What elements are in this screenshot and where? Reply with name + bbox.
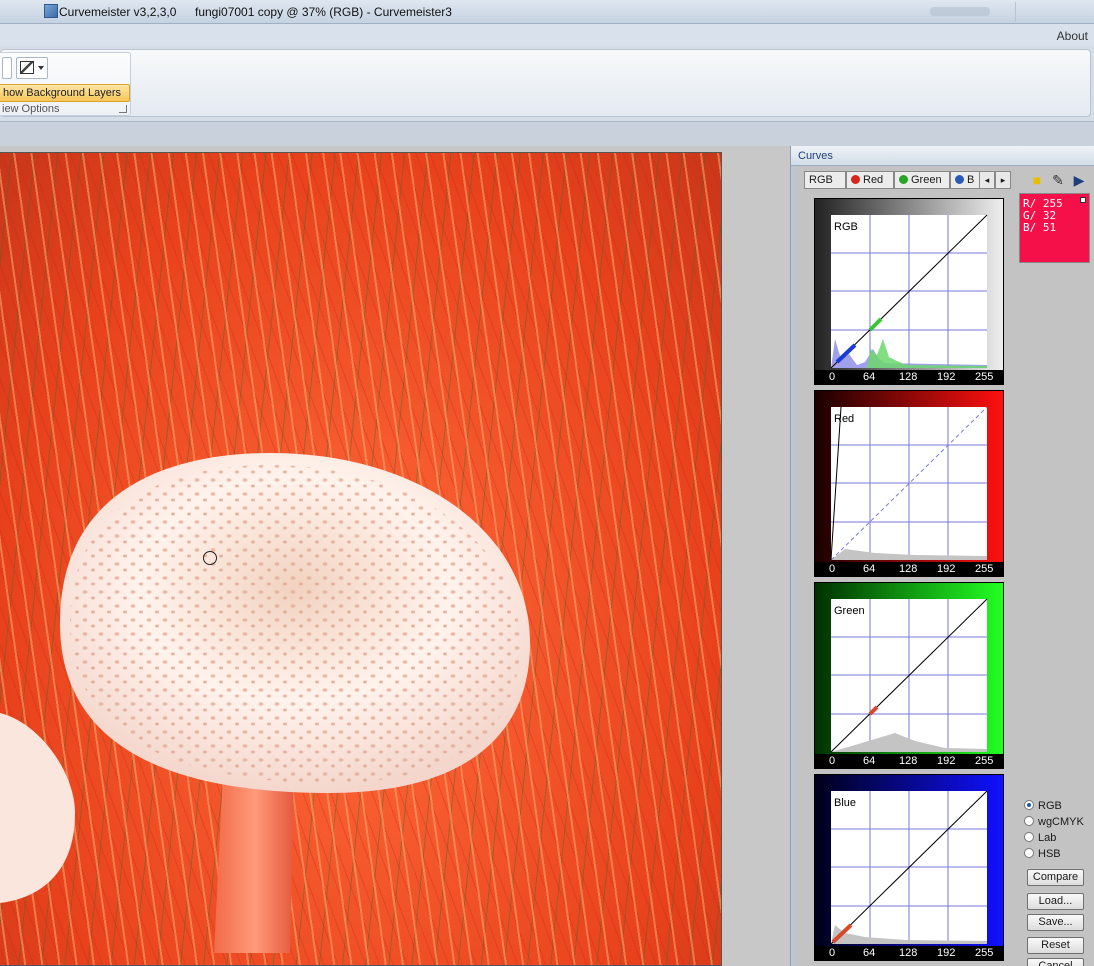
tick-64: 64 [863,947,876,959]
mode-label: wgCMYK [1038,816,1084,828]
tick-0: 0 [829,755,836,767]
red-curve-label: Red [834,413,855,425]
red-tick-row: 0 64 128 192 255 [815,562,1003,576]
tick-255: 255 [975,755,994,767]
rgb-curve-label: RGB [834,221,858,233]
curves-panel: Curves RGB Red Green B ◂ ▸ ■ ✎ ▶ RGB 0 6… [790,146,1094,966]
tick-255: 255 [975,947,994,959]
eyedropper-cursor-icon [203,551,217,565]
tick-192: 192 [937,755,956,767]
mode-wgcmyk[interactable]: wgCMYK [1024,816,1084,828]
tab-rgb[interactable]: RGB [804,171,846,189]
tab-blue[interactable]: B [950,171,982,189]
tick-255: 255 [975,371,994,383]
folder-icon[interactable]: ■ [1028,171,1046,189]
radio-button[interactable] [1024,848,1034,858]
tick-0: 0 [829,563,836,575]
ribbon-dropdown-left[interactable] [2,57,12,79]
tick-64: 64 [863,371,876,383]
tab-label: RGB [809,174,833,186]
curves-panel-body: RGB Red Green B ◂ ▸ ■ ✎ ▶ RGB 0 64 128 1… [795,166,1094,966]
radio-button[interactable] [1024,832,1034,842]
tab-scroll-left[interactable]: ◂ [979,171,995,189]
red-dot-icon [851,175,860,184]
blue-dot-icon [955,175,964,184]
green-curve-label: Green [834,605,865,617]
mode-label: HSB [1038,848,1061,860]
tab-label: B [967,174,975,186]
blue-curve-label: Blue [834,797,857,809]
toolbar-gap [0,122,790,146]
chevron-down-icon [38,66,44,70]
green-tick-row: 0 64 128 192 255 [815,754,1003,768]
image-icon [20,61,34,74]
reset-button[interactable]: Reset [1027,937,1084,954]
tick-128: 128 [899,371,918,383]
menu-strip: About [0,24,1094,46]
mushroom-photo [0,453,530,953]
pin-icon[interactable] [1080,197,1086,203]
image-view-dropdown[interactable] [16,57,48,79]
radio-button[interactable] [1024,816,1034,826]
title-separator [1015,2,1016,22]
rgb-tick-row: 0 64 128 192 255 [815,370,1003,384]
tick-0: 0 [829,371,836,383]
ribbon-panel: how Background Layers iew Options [0,49,1091,117]
show-background-layers-button[interactable]: how Background Layers [0,84,130,102]
compare-button[interactable]: Compare [1027,869,1084,886]
wrench-icon[interactable]: ✎ [1049,171,1067,189]
mode-label: RGB [1038,800,1062,812]
tick-128: 128 [899,755,918,767]
tick-0: 0 [829,947,836,959]
blue-curve-box[interactable]: Blue 0 64 128 192 255 [814,774,1004,961]
window-controls-blurred [930,7,990,16]
mode-lab[interactable]: Lab [1024,832,1056,844]
app-icon[interactable] [44,4,58,18]
tab-red[interactable]: Red [846,171,894,189]
mode-label: Lab [1038,832,1057,844]
tab-label: Green [911,174,942,186]
tick-128: 128 [899,947,918,959]
document-title: fungi07001 copy @ 37% (RGB) - Curvemeist… [195,5,452,19]
blue-tick-row: 0 64 128 192 255 [815,946,1003,960]
swatch-blue-value: B/ 51 [1023,221,1057,234]
green-curve-box[interactable]: Green 0 64 128 192 255 [814,582,1004,769]
app-title: Curvemeister v3,2,3,0 [59,5,177,19]
view-options-label: iew Options [2,103,60,115]
mode-rgb[interactable]: RGB [1024,800,1062,812]
ribbon: how Background Layers iew Options [0,46,1094,122]
view-options-group: how Background Layers iew Options [0,52,131,116]
title-bar: Curvemeister v3,2,3,0 fungi07001 copy @ … [0,0,1094,24]
tick-64: 64 [863,563,876,575]
tick-192: 192 [937,947,956,959]
cancel-button[interactable]: Cancel [1027,958,1084,966]
tick-255: 255 [975,563,994,575]
tick-192: 192 [937,371,956,383]
tick-128: 128 [899,563,918,575]
image-canvas[interactable] [0,152,722,966]
red-curve-box[interactable]: Red 0 64 128 192 255 [814,390,1004,577]
curves-panel-title: Curves [798,150,833,162]
save-button[interactable]: Save... [1027,914,1084,931]
image-workspace [0,146,790,966]
rgb-curve-box[interactable]: RGB 0 64 128 192 255 [814,198,1004,385]
tab-label: Red [863,174,884,186]
load-button[interactable]: Load... [1027,893,1084,910]
curves-panel-header: Curves [791,146,1094,166]
radio-button[interactable] [1024,800,1034,810]
tick-192: 192 [937,563,956,575]
mode-hsb[interactable]: HSB [1024,848,1061,860]
tab-scroll-right[interactable]: ▸ [995,171,1011,189]
play-icon[interactable]: ▶ [1070,171,1088,189]
about-menu[interactable]: About [1057,29,1088,43]
tick-64: 64 [863,755,876,767]
color-sample-swatch[interactable]: R/ 255 G/ 32 B/ 51 [1019,193,1090,263]
green-dot-icon [899,175,908,184]
dialog-launcher-icon[interactable] [119,105,127,113]
small-mushroom-cap [0,713,75,903]
tab-green[interactable]: Green [894,171,950,189]
